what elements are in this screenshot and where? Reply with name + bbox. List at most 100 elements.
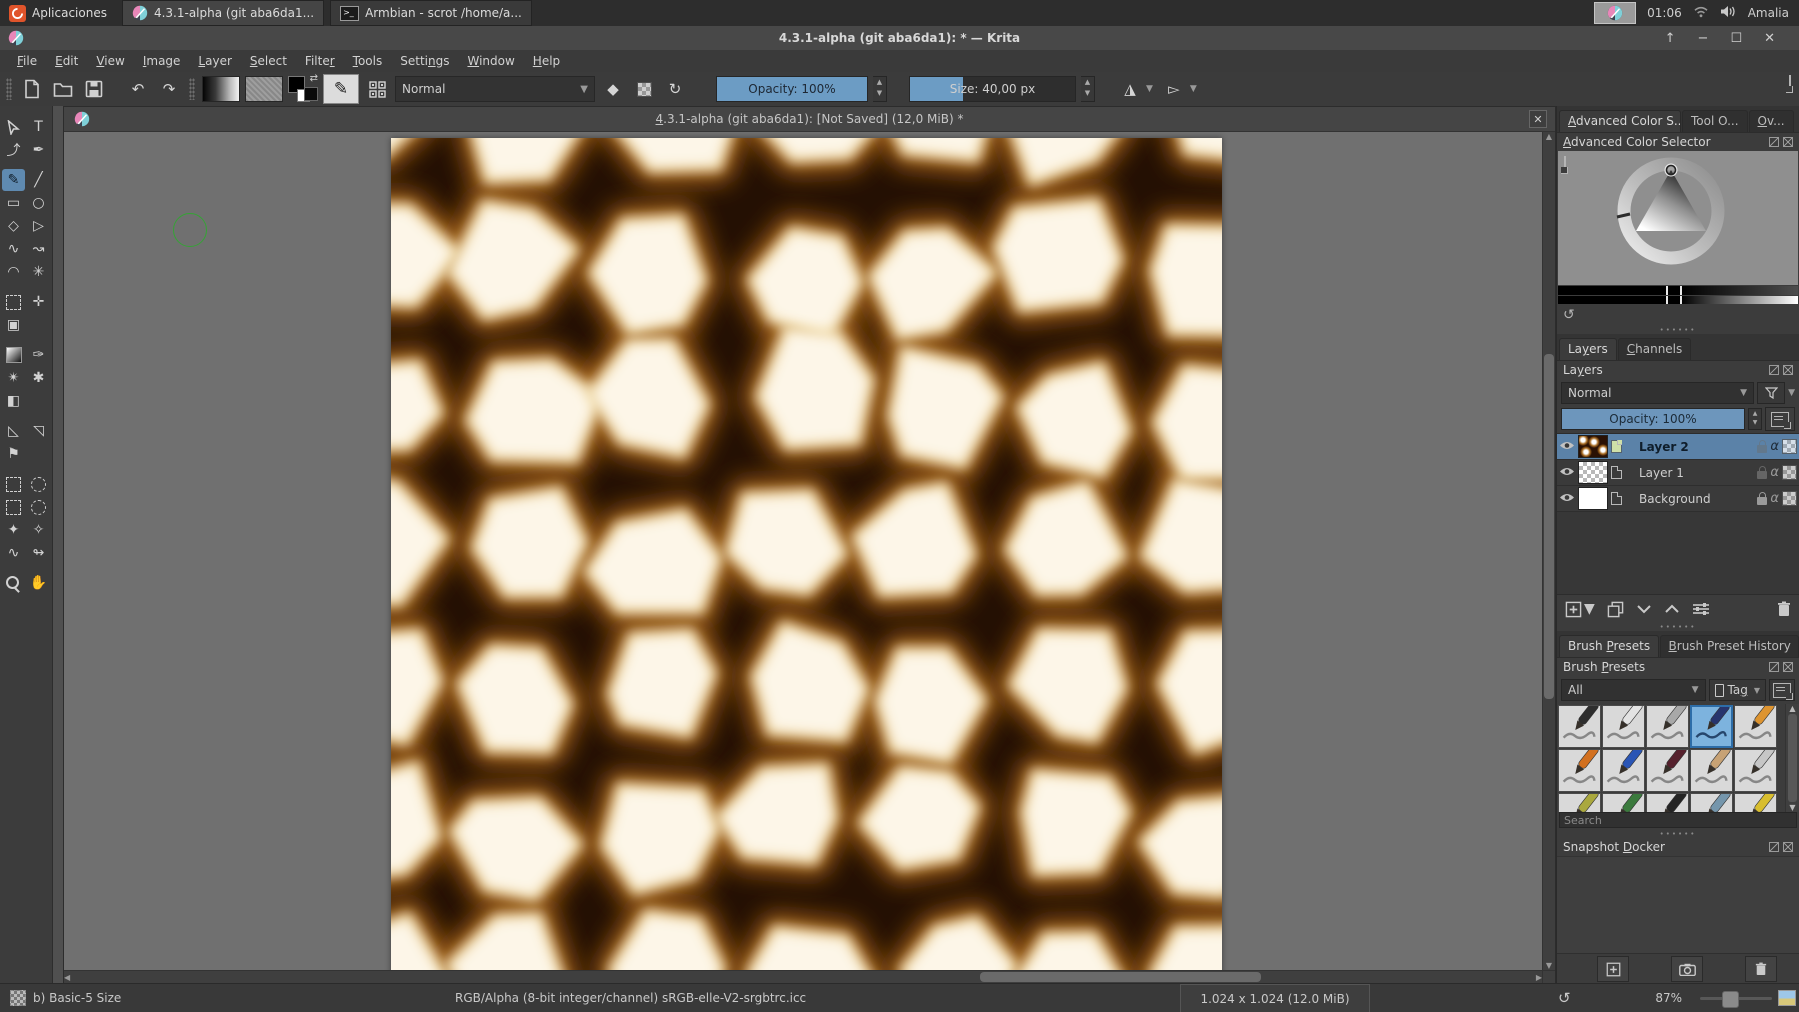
layer-thumbnail[interactable]	[1578, 487, 1608, 510]
brush-preset-pencil-blue[interactable]	[1602, 749, 1645, 792]
save-button[interactable]	[81, 76, 107, 102]
polygonal-selection-tool[interactable]	[2, 496, 25, 518]
menu-edit[interactable]: Edit	[46, 50, 87, 72]
brush-preset-pencil-tan[interactable]	[1690, 749, 1733, 792]
color-bar-black[interactable]	[1558, 296, 1666, 305]
layer-visibility-icon[interactable]	[1559, 466, 1575, 480]
remove-snapshot-button[interactable]	[1745, 956, 1777, 982]
layer-visibility-icon[interactable]	[1559, 492, 1575, 506]
create-snapshot-button[interactable]	[1597, 956, 1629, 982]
color-selector-area[interactable]	[1558, 151, 1798, 285]
contiguous-selection-tool[interactable]: ✦	[2, 519, 25, 541]
menu-select[interactable]: Select	[241, 50, 296, 72]
elliptical-selection-tool[interactable]	[27, 473, 50, 495]
brush-preset-brush-orange[interactable]	[1558, 749, 1601, 792]
layer-row-layer-1[interactable]: Layer 1α	[1557, 460, 1799, 486]
polyline-tool[interactable]: ▷	[27, 215, 50, 237]
assistants-tool[interactable]: ◹	[27, 420, 50, 442]
menu-settings[interactable]: Settings	[391, 50, 458, 72]
layer-view-options-button[interactable]	[1765, 407, 1795, 431]
canvas-viewport[interactable]	[64, 132, 1542, 970]
zoom-slider-handle[interactable]	[1722, 991, 1739, 1008]
shade-button[interactable]: ↑	[1665, 31, 1676, 46]
brush-editor-button[interactable]: ✎	[323, 74, 359, 104]
close-docker-icon[interactable]	[1783, 662, 1793, 672]
pattern-edit-tool[interactable]: ✴	[2, 367, 25, 389]
tab-channels[interactable]: Channels	[1618, 338, 1692, 360]
duplicate-layer-button[interactable]	[1607, 601, 1624, 618]
layer-visibility-icon[interactable]	[1559, 440, 1575, 454]
layer-alpha-icon[interactable]: α	[1770, 491, 1779, 506]
menu-file[interactable]: File	[8, 50, 46, 72]
docker-splitter[interactable]: ••••••	[1557, 326, 1799, 334]
switch-to-snapshot-button[interactable]	[1671, 956, 1703, 982]
delete-layer-button[interactable]	[1777, 601, 1791, 617]
advanced-color-selector-header[interactable]: Advanced Color Selector	[1557, 133, 1799, 151]
crop-tool[interactable]: ▣	[2, 314, 25, 336]
polygon-tool[interactable]: ◇	[2, 215, 25, 237]
tag-button[interactable]: Tag ▼	[1709, 679, 1766, 701]
layer-alpha-icon[interactable]: α	[1770, 465, 1779, 480]
layer-lock-icon[interactable]	[1757, 445, 1767, 453]
tab-advanced-color-selector[interactable]: Advanced Color S...	[1559, 110, 1681, 132]
layer-thumbnail[interactable]	[1578, 435, 1608, 458]
calligraphy-tool[interactable]: ✒	[27, 139, 50, 161]
layer-alpha-icon[interactable]: α	[1770, 439, 1779, 454]
maximize-button[interactable]: ☐	[1730, 31, 1742, 46]
scroll-right-icon[interactable]: ▶	[1536, 973, 1542, 982]
menu-view[interactable]: View	[87, 50, 133, 72]
document-tab-bar[interactable]: 4.3.1-alpha (git aba6da1): [Not Saved] (…	[64, 107, 1555, 132]
brush-preset-pencil-dark-red[interactable]	[1646, 749, 1689, 792]
applications-menu[interactable]: Aplicaciones	[0, 1, 116, 25]
toolbar-drag-handle[interactable]	[189, 78, 195, 100]
layer-name[interactable]: Background	[1625, 492, 1754, 506]
brush-preset-marker-yellow[interactable]	[1734, 793, 1777, 812]
mirror-horizontal-button[interactable]: ◮▼	[1117, 76, 1156, 102]
brush-preset-pen-white[interactable]	[1602, 705, 1645, 748]
brush-preset-pencil-orange[interactable]	[1734, 705, 1777, 748]
scroll-left-icon[interactable]: ◀	[64, 973, 70, 982]
redo-button[interactable]: ↷	[156, 76, 182, 102]
open-document-button[interactable]	[50, 76, 76, 102]
opacity-spinner[interactable]: ▲▼	[873, 76, 887, 102]
docker-splitter[interactable]: ••••••	[1557, 623, 1799, 631]
tab-overview[interactable]: Ov...	[1749, 110, 1794, 132]
multibrush-tool[interactable]: ✳	[27, 261, 50, 283]
float-docker-icon[interactable]	[1769, 365, 1779, 375]
zoom-slider[interactable]	[1700, 984, 1772, 1012]
tab-tool-options[interactable]: Tool O...	[1682, 110, 1748, 132]
pan-tool[interactable]: ✋	[27, 572, 50, 594]
tab-brush-preset-history[interactable]: Brush Preset History	[1660, 635, 1799, 657]
reload-preset-button[interactable]: ↻	[662, 76, 688, 102]
layer-filter-button[interactable]	[1757, 382, 1785, 404]
preset-scrollbar[interactable]: ▲ ▼	[1785, 704, 1799, 812]
add-layer-button[interactable]: ▼	[1565, 601, 1595, 618]
smart-patch-tool[interactable]: ✱	[27, 367, 50, 389]
window-titlebar[interactable]: 4.3.1-alpha (git aba6da1): * — Krita ↑ −…	[0, 26, 1799, 51]
scroll-up-icon[interactable]: ▲	[1546, 132, 1552, 141]
menu-help[interactable]: Help	[524, 50, 569, 72]
brush-preset-brush-bluegray[interactable]	[1690, 793, 1733, 812]
color-bar-black[interactable]	[1558, 286, 1666, 295]
snapshot-list[interactable]	[1557, 856, 1799, 953]
toolbar-drag-handle[interactable]	[6, 78, 12, 100]
mirror-vertical-button[interactable]: ▻▼	[1161, 76, 1200, 102]
vertical-scroll-handle[interactable]	[1544, 354, 1554, 698]
layer-opacity-slider[interactable]: Opacity: 100%	[1561, 408, 1745, 430]
move-layer-down-button[interactable]	[1636, 604, 1652, 614]
float-docker-icon[interactable]	[1769, 662, 1779, 672]
new-document-button[interactable]	[19, 76, 45, 102]
rectangle-tool[interactable]: ▭	[2, 192, 25, 214]
freehand-selection-tool[interactable]	[27, 496, 50, 518]
tab-brush-presets[interactable]: Brush Presets	[1559, 635, 1659, 657]
scroll-down-icon[interactable]: ▼	[1789, 803, 1795, 812]
layer-inherit-alpha-icon[interactable]	[1782, 439, 1797, 454]
move-tool[interactable]: ✛	[27, 291, 50, 313]
foreground-background-colors[interactable]: ⇄	[288, 76, 318, 102]
brush-presets-popup-button[interactable]	[364, 76, 390, 102]
snapshot-docker-header[interactable]: Snapshot Docker	[1557, 838, 1799, 856]
layer-row-layer-2[interactable]: Layer 2α	[1557, 434, 1799, 460]
measure-tool[interactable]: ◺	[2, 420, 25, 442]
search-input[interactable]	[1559, 812, 1797, 828]
scroll-down-icon[interactable]: ▼	[1546, 961, 1552, 970]
